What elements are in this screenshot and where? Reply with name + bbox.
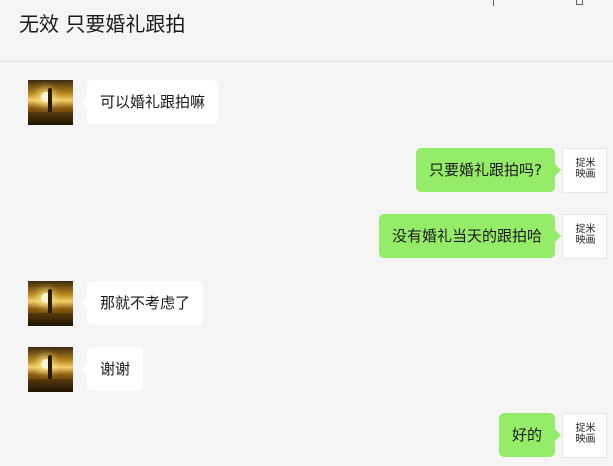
self-avatar[interactable]: 捉米 映画 [562,214,607,259]
chat-window: 无效 只要婚礼跟拍 可以婚礼跟拍嘛 只要婚礼跟拍吗? 捉米 映画 没有婚礼当天的… [0,0,613,466]
avatar-logo-text: 捉米 映画 [575,423,596,445]
self-avatar[interactable]: 捉米 映画 [562,413,607,458]
avatar-logo-text: 捉米 映画 [575,158,596,180]
contact-avatar[interactable] [28,80,73,125]
person-silhouette-icon [48,355,52,381]
avatar-logo-text: 捉米 映画 [575,224,596,246]
incoming-message-bubble[interactable]: 可以婚礼跟拍嘛 [80,80,219,124]
contact-avatar[interactable] [28,347,73,392]
incoming-message-bubble[interactable]: 谢谢 [80,347,144,391]
contact-avatar[interactable] [28,281,73,326]
chat-title: 无效 只要婚礼跟拍 [19,12,186,36]
window-control-icon[interactable] [576,0,583,5]
self-avatar[interactable]: 捉米 映画 [562,148,607,193]
ground-shape [28,313,73,326]
ground-shape [28,112,73,125]
chat-header: 无效 只要婚礼跟拍 [0,0,613,62]
outgoing-message-bubble[interactable]: 只要婚礼跟拍吗? [416,148,561,192]
outgoing-message-bubble[interactable]: 没有婚礼当天的跟拍哈 [378,214,562,258]
outgoing-message-bubble[interactable]: 好的 [498,413,562,457]
person-silhouette-icon [48,88,52,114]
incoming-message-bubble[interactable]: 那就不考虑了 [80,281,204,325]
ground-shape [28,379,73,392]
window-edge-mark [493,0,494,6]
person-silhouette-icon [48,289,52,315]
